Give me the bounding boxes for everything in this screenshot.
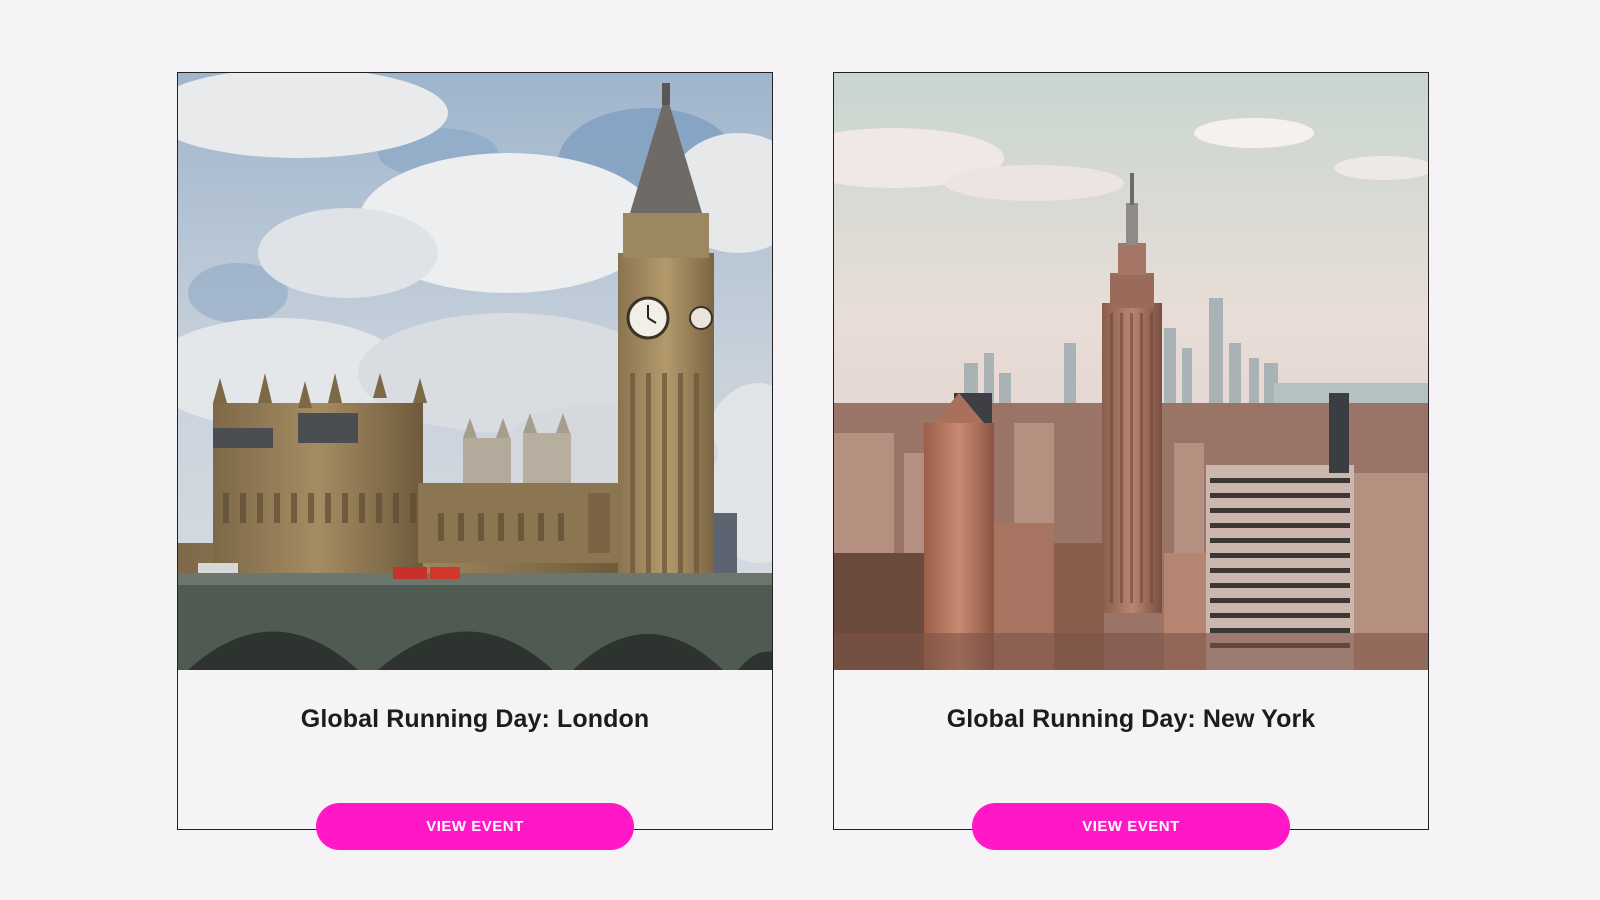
events-page: Global Running Day: London VIEW EVENT Gl… (0, 0, 1600, 900)
event-image-london[interactable] (178, 73, 772, 670)
event-card-new-york[interactable]: Global Running Day: New York VIEW EVENT (833, 72, 1429, 850)
view-event-button[interactable]: VIEW EVENT (316, 803, 634, 850)
london-photo-illustration (178, 73, 772, 670)
event-card-london[interactable]: Global Running Day: London VIEW EVENT (177, 72, 773, 850)
event-title: Global Running Day: London (300, 705, 650, 733)
new-york-photo-illustration (834, 73, 1428, 670)
view-event-button[interactable]: VIEW EVENT (972, 803, 1290, 850)
event-image-new-york[interactable] (834, 73, 1428, 670)
event-title: Global Running Day: New York (946, 705, 1316, 733)
